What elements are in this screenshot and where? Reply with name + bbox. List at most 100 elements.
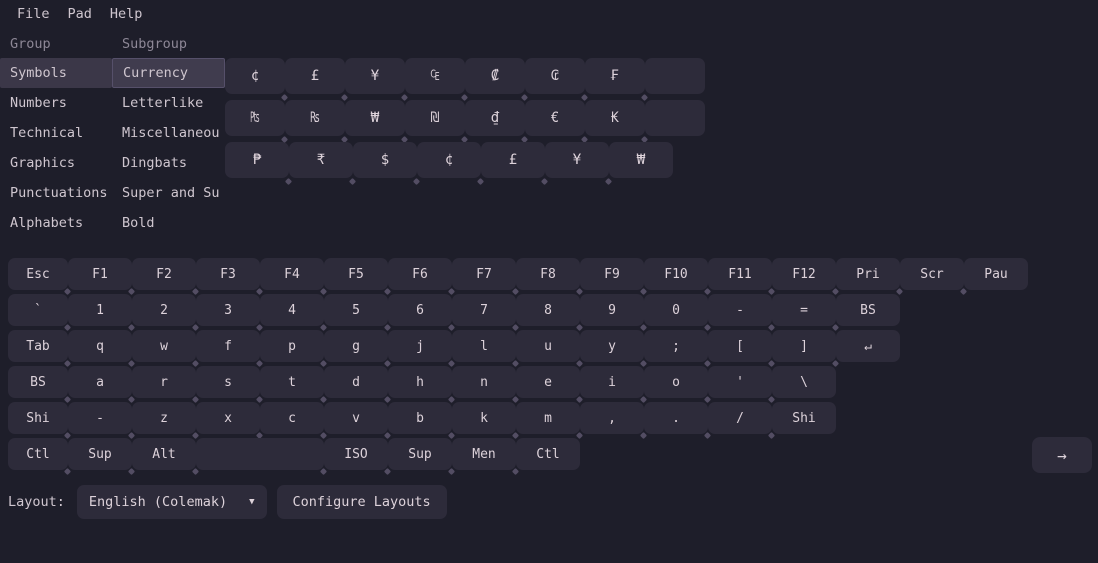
keyboard-key[interactable]: 4 bbox=[260, 294, 324, 326]
keyboard-key[interactable]: m bbox=[516, 402, 580, 434]
keyboard-key[interactable]: F5 bbox=[324, 258, 388, 290]
symbol-key[interactable]: $ bbox=[353, 142, 417, 178]
symbol-key[interactable]: ¢ bbox=[225, 58, 285, 94]
group-item-symbols[interactable]: Symbols bbox=[0, 58, 112, 88]
symbol-key[interactable]: £ bbox=[285, 58, 345, 94]
keyboard-key[interactable]: F7 bbox=[452, 258, 516, 290]
keyboard-key[interactable]: ] bbox=[772, 330, 836, 362]
keyboard-key[interactable]: n bbox=[452, 366, 516, 398]
keyboard-key[interactable]: Scr bbox=[900, 258, 964, 290]
keyboard-key[interactable]: 5 bbox=[324, 294, 388, 326]
layout-select[interactable]: English (Colemak) ▼ bbox=[76, 485, 267, 519]
arrow-right-icon[interactable]: → bbox=[1032, 437, 1092, 473]
keyboard-key[interactable]: [ bbox=[708, 330, 772, 362]
keyboard-key[interactable]: ; bbox=[644, 330, 708, 362]
keyboard-key[interactable]: j bbox=[388, 330, 452, 362]
keyboard-key[interactable]: Tab bbox=[8, 330, 68, 362]
keyboard-key[interactable]: x bbox=[196, 402, 260, 434]
keyboard-key[interactable]: Alt bbox=[132, 438, 196, 470]
keyboard-key[interactable]: i bbox=[580, 366, 644, 398]
keyboard-key[interactable]: 6 bbox=[388, 294, 452, 326]
keyboard-key[interactable]: k bbox=[452, 402, 516, 434]
keyboard-key[interactable]: F1 bbox=[68, 258, 132, 290]
keyboard-key[interactable]: F4 bbox=[260, 258, 324, 290]
subgroup-item-miscellaneous[interactable]: Miscellaneou bbox=[112, 118, 225, 148]
keyboard-key[interactable]: 0 bbox=[644, 294, 708, 326]
keyboard-key[interactable]: v bbox=[324, 402, 388, 434]
symbol-key[interactable]: ₭ bbox=[585, 100, 645, 136]
keyboard-key[interactable]: BS bbox=[836, 294, 900, 326]
keyboard-key[interactable]: z bbox=[132, 402, 196, 434]
menu-item-help[interactable]: Help bbox=[101, 3, 152, 25]
keyboard-key[interactable]: d bbox=[324, 366, 388, 398]
keyboard-key[interactable]: g bbox=[324, 330, 388, 362]
keyboard-key[interactable]: o bbox=[644, 366, 708, 398]
keyboard-key[interactable]: 7 bbox=[452, 294, 516, 326]
keyboard-key[interactable]: Esc bbox=[8, 258, 68, 290]
keyboard-key[interactable]: F10 bbox=[644, 258, 708, 290]
symbol-key[interactable]: ₱ bbox=[225, 142, 289, 178]
keyboard-key[interactable]: s bbox=[196, 366, 260, 398]
symbol-key[interactable]: ₠ bbox=[405, 58, 465, 94]
group-item-numbers[interactable]: Numbers bbox=[0, 88, 112, 118]
symbol-key[interactable]: ¥ bbox=[345, 58, 405, 94]
keyboard-key[interactable]: Pau bbox=[964, 258, 1028, 290]
keyboard-key[interactable]: BS bbox=[8, 366, 68, 398]
keyboard-key[interactable]: F12 bbox=[772, 258, 836, 290]
keyboard-key[interactable]: F11 bbox=[708, 258, 772, 290]
keyboard-key[interactable]: Ctl bbox=[516, 438, 580, 470]
keyboard-key[interactable]: l bbox=[452, 330, 516, 362]
keyboard-key[interactable]: r bbox=[132, 366, 196, 398]
symbol-key-empty[interactable] bbox=[645, 100, 705, 136]
symbol-key[interactable]: ₩ bbox=[609, 142, 673, 178]
keyboard-key[interactable]: a bbox=[68, 366, 132, 398]
keyboard-key[interactable]: / bbox=[708, 402, 772, 434]
keyboard-key[interactable]: . bbox=[644, 402, 708, 434]
group-item-graphics[interactable]: Graphics bbox=[0, 148, 112, 178]
group-item-technical[interactable]: Technical bbox=[0, 118, 112, 148]
keyboard-key[interactable]: F2 bbox=[132, 258, 196, 290]
symbol-key[interactable]: ₢ bbox=[525, 58, 585, 94]
keyboard-key[interactable]: 1 bbox=[68, 294, 132, 326]
symbol-key[interactable]: £ bbox=[481, 142, 545, 178]
keyboard-key[interactable]: c bbox=[260, 402, 324, 434]
keyboard-key[interactable]: ISO bbox=[324, 438, 388, 470]
symbol-key[interactable]: ₩ bbox=[345, 100, 405, 136]
keyboard-key[interactable]: Men bbox=[452, 438, 516, 470]
symbol-key[interactable]: ₨ bbox=[285, 100, 345, 136]
keyboard-key[interactable]: F8 bbox=[516, 258, 580, 290]
keyboard-key[interactable]: Ctl bbox=[8, 438, 68, 470]
subgroup-item-dingbats[interactable]: Dingbats bbox=[112, 148, 225, 178]
keyboard-key[interactable]: u bbox=[516, 330, 580, 362]
keyboard-key[interactable]: F6 bbox=[388, 258, 452, 290]
keyboard-key[interactable]: e bbox=[516, 366, 580, 398]
keyboard-key[interactable]: = bbox=[772, 294, 836, 326]
keyboard-key[interactable]: y bbox=[580, 330, 644, 362]
keyboard-key[interactable]: q bbox=[68, 330, 132, 362]
keyboard-key[interactable]: w bbox=[132, 330, 196, 362]
keyboard-key[interactable]: - bbox=[708, 294, 772, 326]
subgroup-item-currency[interactable]: Currency bbox=[112, 58, 225, 88]
symbol-key[interactable]: ₹ bbox=[289, 142, 353, 178]
symbol-key[interactable]: ¢ bbox=[417, 142, 481, 178]
keyboard-key[interactable]: Shi bbox=[8, 402, 68, 434]
keyboard-key[interactable]: 3 bbox=[196, 294, 260, 326]
keyboard-key-space[interactable] bbox=[196, 438, 324, 470]
keyboard-key[interactable]: F9 bbox=[580, 258, 644, 290]
keyboard-key[interactable]: Sup bbox=[388, 438, 452, 470]
keyboard-key[interactable]: ` bbox=[8, 294, 68, 326]
subgroup-item-letterlike[interactable]: Letterlike bbox=[112, 88, 225, 118]
keyboard-key[interactable]: 9 bbox=[580, 294, 644, 326]
group-item-punctuations[interactable]: Punctuations bbox=[0, 178, 112, 208]
keyboard-key[interactable]: Shi bbox=[772, 402, 836, 434]
keyboard-key[interactable]: b bbox=[388, 402, 452, 434]
group-item-alphabets[interactable]: Alphabets bbox=[0, 208, 112, 238]
keyboard-key[interactable]: p bbox=[260, 330, 324, 362]
symbol-key[interactable]: € bbox=[525, 100, 585, 136]
symbol-key[interactable]: ₪ bbox=[405, 100, 465, 136]
menu-item-file[interactable]: File bbox=[8, 3, 59, 25]
keyboard-key[interactable]: 2 bbox=[132, 294, 196, 326]
symbol-key[interactable]: ₡ bbox=[465, 58, 525, 94]
keyboard-key[interactable]: h bbox=[388, 366, 452, 398]
keyboard-key[interactable]: ' bbox=[708, 366, 772, 398]
